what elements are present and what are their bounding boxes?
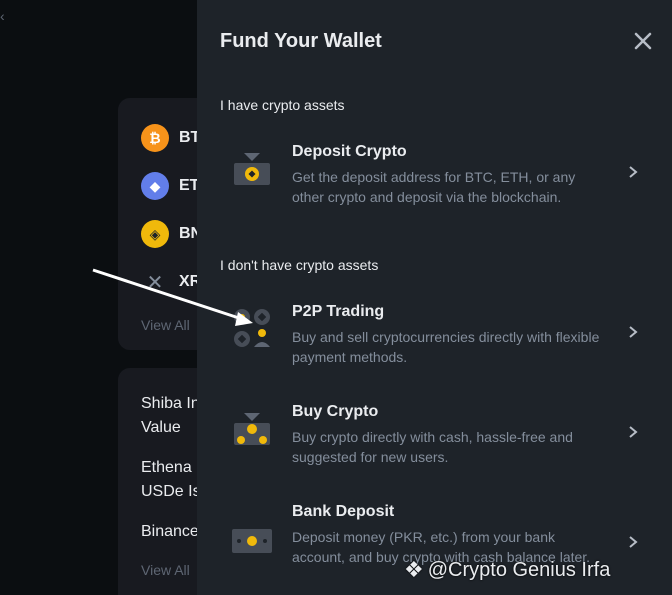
- binance-logo-icon: ❖: [404, 557, 424, 582]
- watermark: ❖ @Crypto Genius Irfa: [404, 557, 610, 583]
- annotation-arrow: [92, 268, 253, 326]
- watermark-text: @Crypto Genius Irfa: [427, 558, 611, 581]
